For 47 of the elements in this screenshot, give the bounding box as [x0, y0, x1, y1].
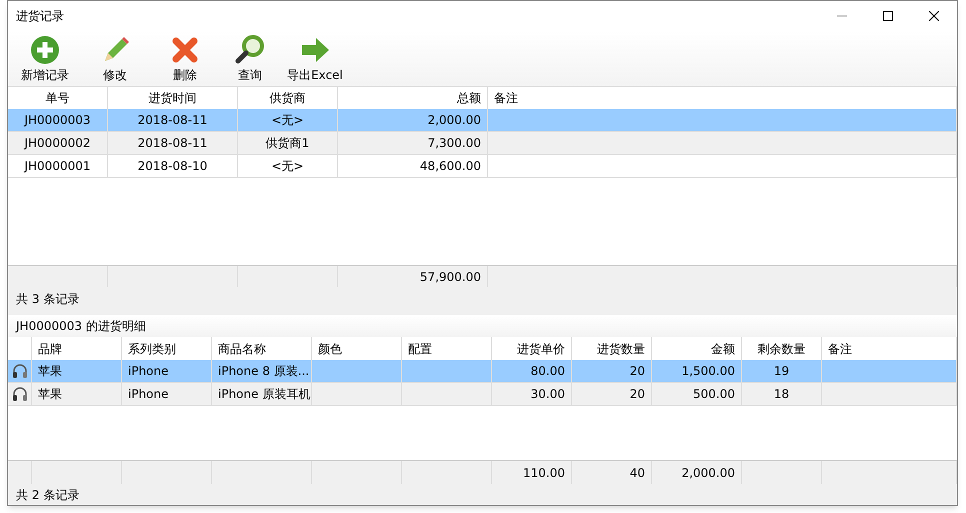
table-cell: 20: [572, 360, 652, 382]
table-cell: iPhone: [122, 360, 212, 382]
table-cell: 48,600.00: [338, 155, 488, 177]
table-cell: 30.00: [492, 383, 572, 405]
toolbar-button[interactable]: 新增记录: [10, 34, 80, 86]
details-title: JH0000003 的进货明细: [14, 318, 146, 335]
table-cell: 500.00: [652, 383, 742, 405]
table-row[interactable]: 苹果 iPhone iPhone 原装耳机 30.00 20 500.00 18: [8, 383, 957, 406]
table-cell: 7,300.00: [338, 132, 488, 154]
table-cell: 2018-08-11: [108, 109, 238, 131]
headphones-icon: [12, 363, 28, 379]
table-cell: 苹果: [32, 383, 122, 405]
table-cell: iPhone 8 原装...: [212, 360, 312, 382]
table-cell: 2,000.00: [338, 109, 488, 131]
headphones-icon: [12, 386, 28, 402]
table-cell: JH0000001: [8, 155, 108, 177]
toolbar-button[interactable]: 导出Excel: [280, 34, 350, 86]
table-row[interactable]: 苹果 iPhone iPhone 8 原装... 80.00 20 1,500.00 19: [8, 360, 957, 383]
window-title: 进货记录: [15, 8, 65, 25]
table-cell: 2018-08-10: [108, 155, 238, 177]
maximize-icon[interactable]: [883, 11, 893, 21]
toolbar-button[interactable]: 删除: [150, 34, 220, 86]
toolbar-button[interactable]: 修改: [80, 34, 150, 86]
table-cell: iPhone: [122, 383, 212, 405]
total-cell: 57,900.00: [338, 266, 488, 287]
table-cell: 供货商1: [238, 132, 338, 154]
table-cell: 80.00: [492, 360, 572, 382]
toolbar-button[interactable]: 查询: [220, 34, 280, 86]
table-cell: 苹果: [32, 360, 122, 382]
table-cell: 18: [742, 383, 822, 405]
table-cell: 1,500.00: [652, 360, 742, 382]
table-row[interactable]: JH0000003 2018-08-11 <无> 2,000.00: [8, 109, 957, 132]
table-cell: 2018-08-11: [108, 132, 238, 154]
close-icon[interactable]: [929, 11, 939, 21]
record-count: 共 3 条记录: [15, 291, 80, 308]
table-cell: JH0000003: [8, 109, 108, 131]
table-cell: iPhone 原装耳机: [212, 383, 312, 405]
table-cell: <无>: [238, 109, 338, 131]
add-icon: [29, 34, 61, 66]
table-row[interactable]: JH0000001 2018-08-10 <无> 48,600.00: [8, 155, 957, 178]
table-cell: <无>: [238, 155, 338, 177]
table-cell: 20: [572, 383, 652, 405]
table-cell: 19: [742, 360, 822, 382]
table-row[interactable]: JH0000002 2018-08-11 供货商1 7,300.00: [8, 132, 957, 155]
magnifier-icon: [234, 34, 266, 66]
record-count: 共 2 条记录: [15, 486, 80, 504]
table-cell: JH0000002: [8, 132, 108, 154]
